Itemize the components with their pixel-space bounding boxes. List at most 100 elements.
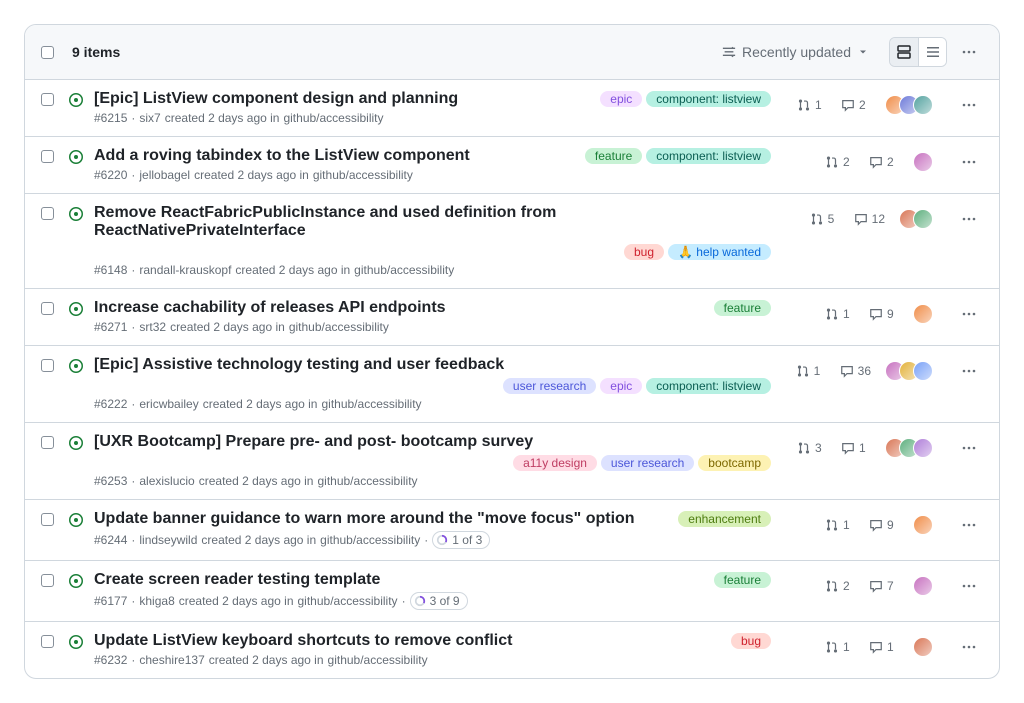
issue-author[interactable]: khiga8 bbox=[139, 594, 174, 608]
issue-repo-link[interactable]: github/accessibility bbox=[354, 263, 454, 277]
linked-prs[interactable]: 1 bbox=[796, 364, 826, 378]
label[interactable]: bug bbox=[624, 244, 664, 260]
issue-title-link[interactable]: Remove ReactFabricPublicInstance and use… bbox=[94, 204, 771, 240]
issue-author[interactable]: lindseywild bbox=[139, 533, 197, 547]
label[interactable]: feature bbox=[714, 572, 771, 588]
issue-author[interactable]: six7 bbox=[139, 111, 160, 125]
issue-title-link[interactable]: Increase cachability of releases API end… bbox=[94, 299, 446, 317]
issue-author[interactable]: ericwbailey bbox=[139, 397, 198, 411]
item-actions-button[interactable] bbox=[955, 434, 983, 462]
label[interactable]: bug bbox=[731, 633, 771, 649]
assignee-avatar[interactable] bbox=[913, 637, 933, 657]
select-item-checkbox[interactable] bbox=[41, 302, 54, 315]
select-item-checkbox[interactable] bbox=[41, 436, 54, 449]
assignee-avatar[interactable] bbox=[913, 361, 933, 381]
issue-title-link[interactable]: [UXR Bootcamp] Prepare pre- and post- bo… bbox=[94, 433, 533, 451]
label[interactable]: user research bbox=[503, 378, 596, 394]
label[interactable]: bootcamp bbox=[698, 455, 771, 471]
label[interactable]: component: listview bbox=[646, 148, 771, 164]
label[interactable]: component: listview bbox=[646, 378, 771, 394]
comments-link[interactable]: 36 bbox=[840, 364, 871, 378]
select-item-checkbox[interactable] bbox=[41, 207, 54, 220]
issue-repo-link[interactable]: github/accessibility bbox=[313, 168, 413, 182]
view-compact-button[interactable] bbox=[918, 38, 946, 66]
assignee-avatar[interactable] bbox=[913, 515, 933, 535]
header-actions-button[interactable] bbox=[955, 38, 983, 66]
label[interactable]: user research bbox=[601, 455, 694, 471]
issue-title-link[interactable]: Create screen reader testing template bbox=[94, 571, 380, 589]
comments-link[interactable]: 9 bbox=[869, 307, 899, 321]
issue-author[interactable]: jellobagel bbox=[139, 168, 190, 182]
view-list-button[interactable] bbox=[890, 38, 918, 66]
select-item-checkbox[interactable] bbox=[41, 513, 54, 526]
issue-repo-link[interactable]: github/accessibility bbox=[283, 111, 383, 125]
linked-prs[interactable]: 1 bbox=[797, 98, 827, 112]
sort-button[interactable]: Recently updated bbox=[714, 40, 877, 64]
linked-prs[interactable]: 1 bbox=[825, 307, 855, 321]
linked-prs[interactable]: 2 bbox=[825, 155, 855, 169]
item-actions-button[interactable] bbox=[955, 148, 983, 176]
issue-repo-link[interactable]: github/accessibility bbox=[320, 533, 420, 547]
issue-title-link[interactable]: [Epic] ListView component design and pla… bbox=[94, 90, 458, 108]
label[interactable]: feature bbox=[585, 148, 642, 164]
label[interactable]: feature bbox=[714, 300, 771, 316]
label[interactable]: 🙏 help wanted bbox=[668, 244, 771, 260]
label[interactable]: epic bbox=[600, 91, 642, 107]
issue-author[interactable]: alexislucio bbox=[139, 474, 194, 488]
issue-title-link[interactable]: Update banner guidance to warn more arou… bbox=[94, 510, 635, 528]
comments-link[interactable]: 9 bbox=[869, 518, 899, 532]
linked-prs[interactable]: 5 bbox=[810, 212, 840, 226]
select-item-checkbox[interactable] bbox=[41, 93, 54, 106]
label[interactable]: a11y design bbox=[513, 455, 597, 471]
label[interactable]: component: listview bbox=[646, 91, 771, 107]
item-actions-button[interactable] bbox=[955, 357, 983, 385]
item-actions-button[interactable] bbox=[955, 572, 983, 600]
assignee-avatar[interactable] bbox=[913, 438, 933, 458]
assignee-avatar[interactable] bbox=[913, 95, 933, 115]
issue-title-link[interactable]: [Epic] Assistive technology testing and … bbox=[94, 356, 504, 374]
issue-author[interactable]: cheshire137 bbox=[139, 653, 204, 667]
comments-link[interactable]: 1 bbox=[841, 441, 871, 455]
linked-prs[interactable]: 2 bbox=[825, 579, 855, 593]
select-item-checkbox[interactable] bbox=[41, 574, 54, 587]
linked-prs[interactable]: 1 bbox=[825, 640, 855, 654]
label[interactable]: epic bbox=[600, 378, 642, 394]
issue-author[interactable]: randall-krauskopf bbox=[139, 263, 231, 277]
issue-title-link[interactable]: Add a roving tabindex to the ListView co… bbox=[94, 147, 470, 165]
label[interactable]: enhancement bbox=[678, 511, 771, 527]
item-actions-button[interactable] bbox=[955, 511, 983, 539]
issue-repo-link[interactable]: github/accessibility bbox=[317, 474, 417, 488]
comments-link[interactable]: 7 bbox=[869, 579, 899, 593]
assignee-avatar[interactable] bbox=[913, 304, 933, 324]
issue-repo-link[interactable]: github/accessibility bbox=[298, 594, 398, 608]
assignee-avatar[interactable] bbox=[913, 576, 933, 596]
assignee-avatar[interactable] bbox=[913, 152, 933, 172]
issue-number: #6148 bbox=[94, 263, 127, 277]
comments-link[interactable]: 2 bbox=[841, 98, 871, 112]
item-actions-button[interactable] bbox=[955, 91, 983, 119]
issue-repo-link[interactable]: github/accessibility bbox=[321, 397, 421, 411]
select-item-checkbox[interactable] bbox=[41, 359, 54, 372]
linked-prs[interactable]: 1 bbox=[825, 518, 855, 532]
tracked-progress[interactable]: 1 of 3 bbox=[432, 531, 490, 549]
select-item-checkbox[interactable] bbox=[41, 150, 54, 163]
comments-link[interactable]: 2 bbox=[869, 155, 899, 169]
item-actions-button[interactable] bbox=[955, 300, 983, 328]
linked-prs[interactable]: 3 bbox=[797, 441, 827, 455]
list-item: Update ListView keyboard shortcuts to re… bbox=[25, 621, 999, 678]
issue-author[interactable]: srt32 bbox=[139, 320, 166, 334]
issue-repo-link[interactable]: github/accessibility bbox=[328, 653, 428, 667]
issue-repo-link[interactable]: github/accessibility bbox=[289, 320, 389, 334]
select-item-checkbox[interactable] bbox=[41, 635, 54, 648]
item-actions-button[interactable] bbox=[955, 633, 983, 661]
comments-link[interactable]: 1 bbox=[869, 640, 899, 654]
comments-link[interactable]: 12 bbox=[854, 212, 885, 226]
assignees bbox=[913, 576, 933, 596]
issue-title-link[interactable]: Update ListView keyboard shortcuts to re… bbox=[94, 632, 512, 650]
item-actions-button[interactable] bbox=[955, 205, 983, 233]
assignee-avatar[interactable] bbox=[913, 209, 933, 229]
select-all-checkbox[interactable] bbox=[41, 46, 54, 59]
issue-meta: #6215 · six7 created 2 days ago in githu… bbox=[94, 111, 771, 125]
labels: feature bbox=[706, 300, 771, 316]
tracked-progress[interactable]: 3 of 9 bbox=[410, 592, 468, 610]
